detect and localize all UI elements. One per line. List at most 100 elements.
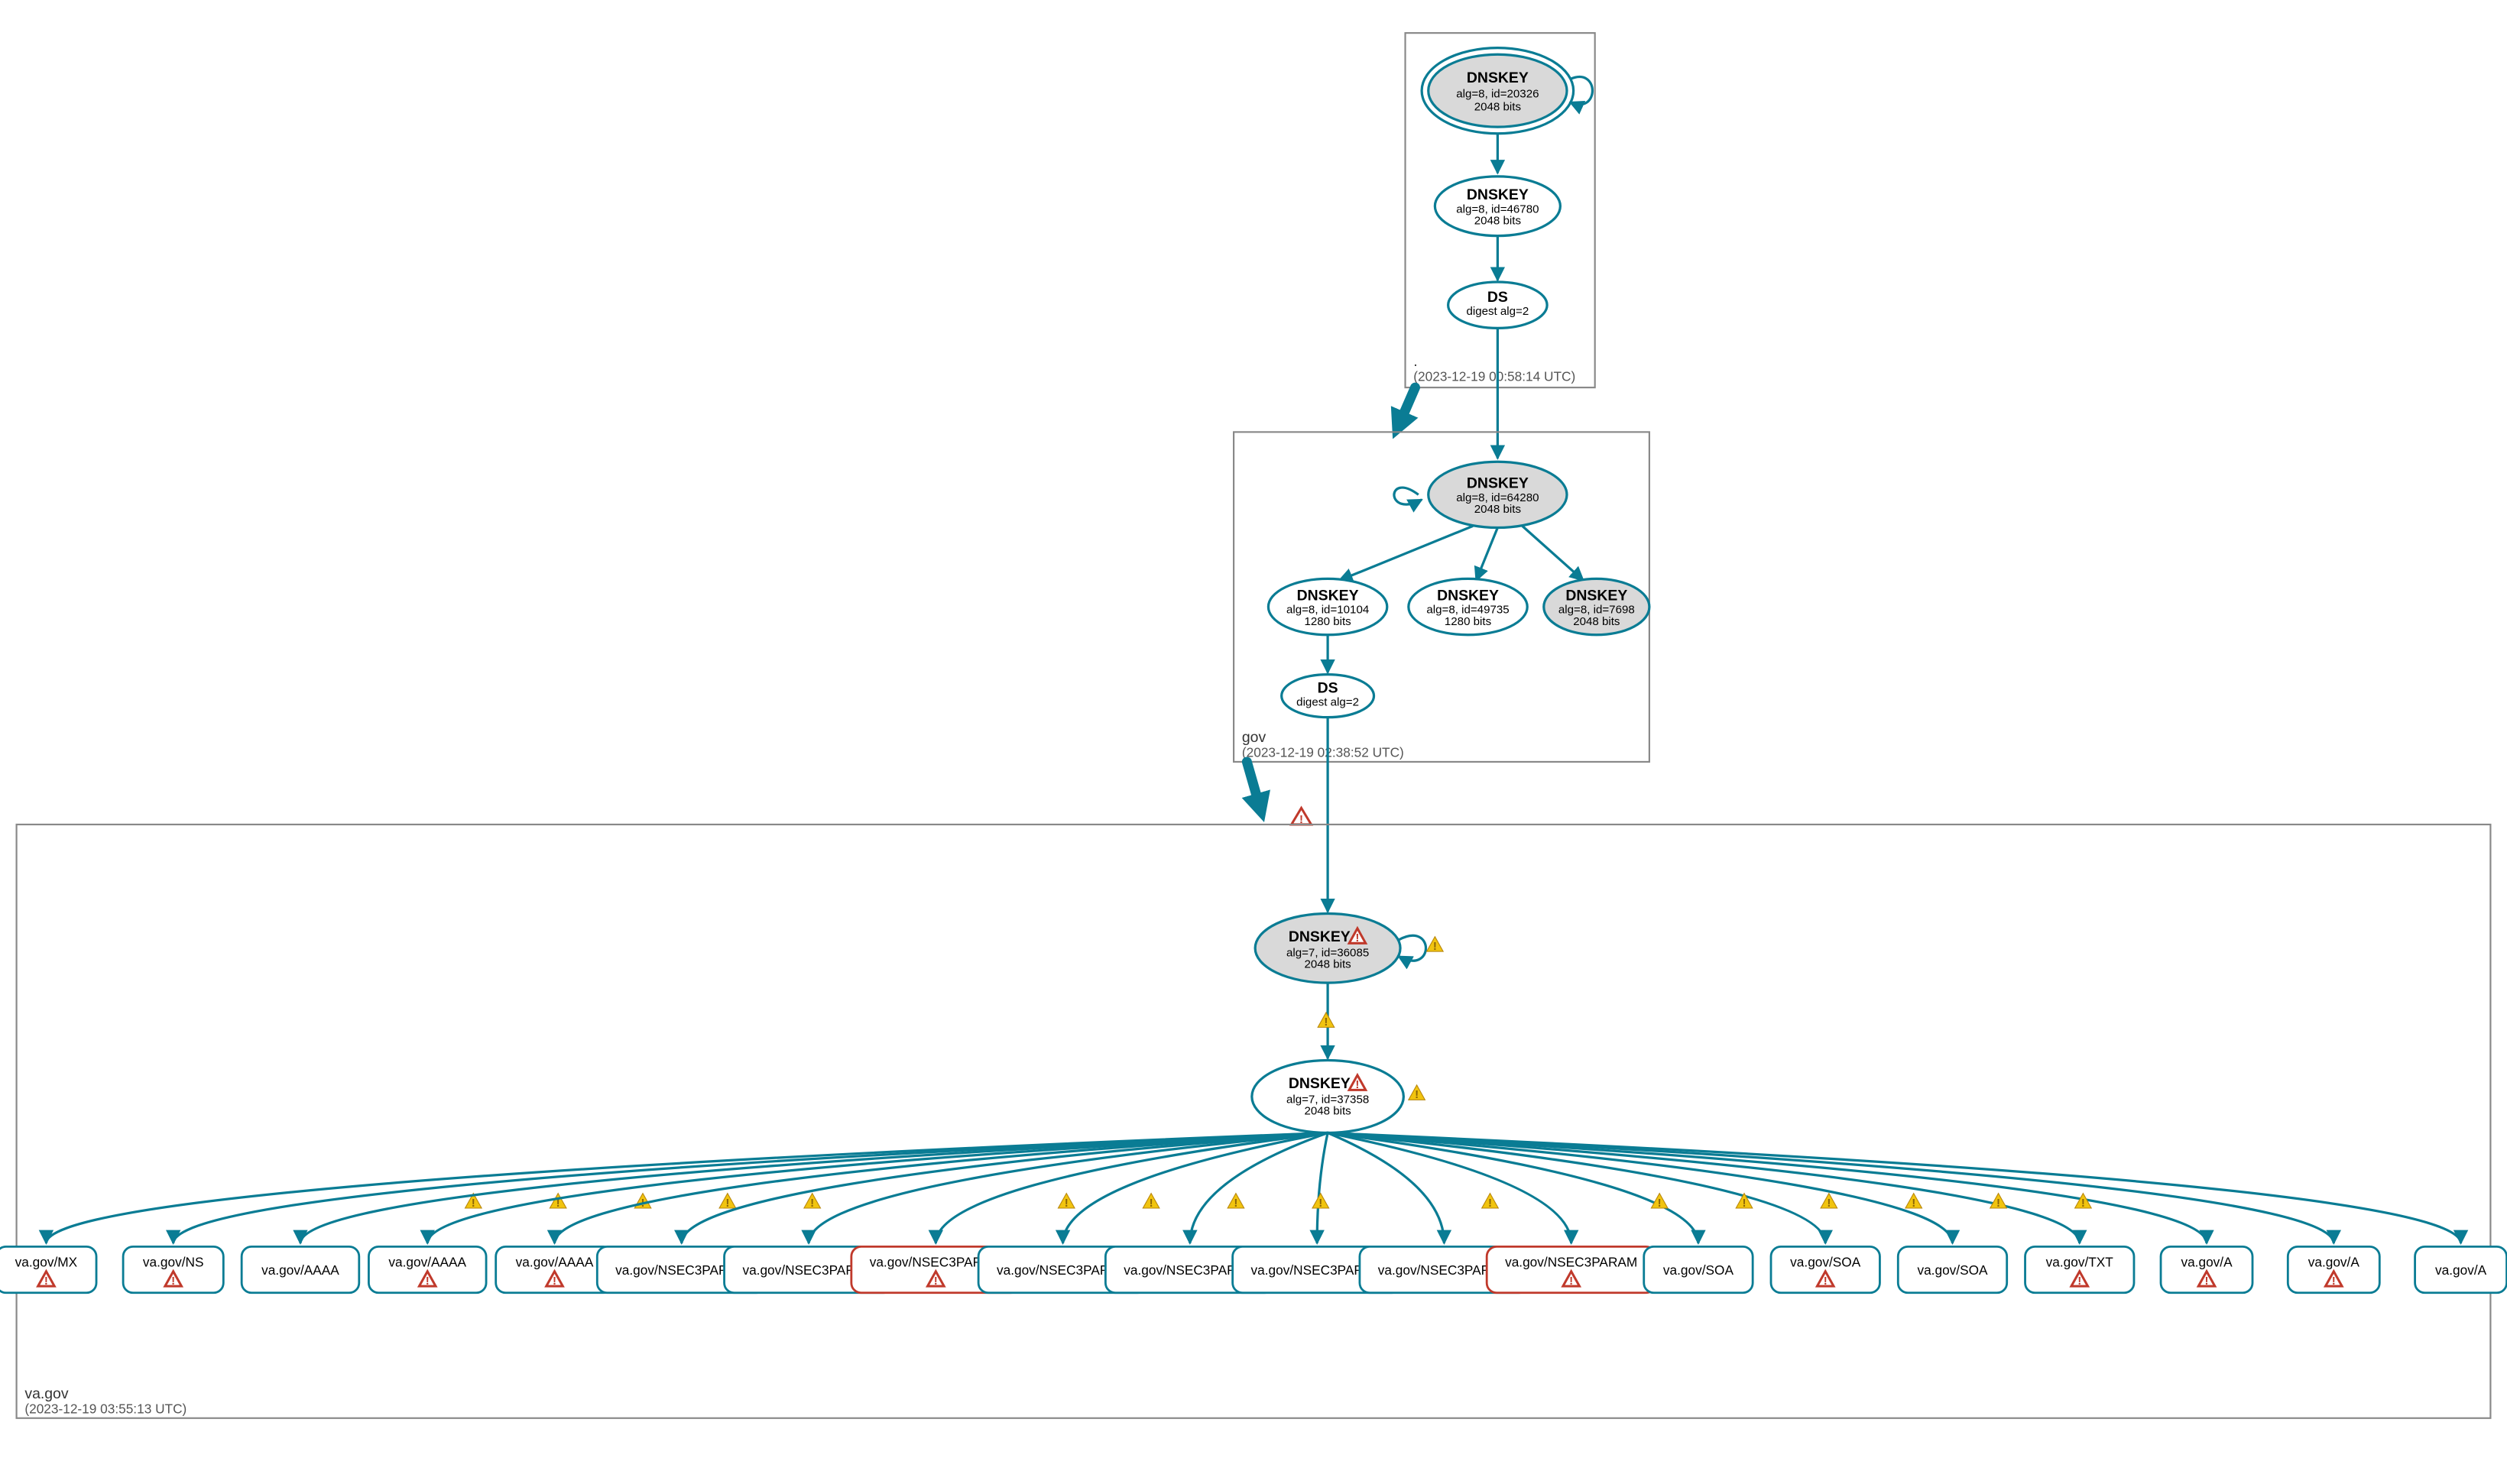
zone-gov-timestamp: (2023-12-19 02:38:52 UTC)	[1242, 744, 1404, 760]
svg-text:DNSKEY: DNSKEY	[1297, 587, 1359, 604]
zone-gov-label: gov	[1242, 729, 1266, 746]
warning-icon: !	[1058, 1194, 1075, 1210]
warning-icon: !	[550, 1194, 566, 1210]
leaf-label: va.gov/A	[2435, 1262, 2487, 1278]
svg-text:!: !	[1318, 1197, 1322, 1210]
svg-text:!: !	[426, 1275, 430, 1288]
leaf-node: va.gov/NS!	[123, 1246, 223, 1292]
svg-text:digest alg=2: digest alg=2	[1466, 305, 1529, 318]
leaf-label: va.gov/SOA	[1917, 1262, 1988, 1278]
svg-text:!: !	[1743, 1197, 1746, 1210]
node-root-ds: DS digest alg=2	[1448, 282, 1547, 328]
svg-text:!: !	[1065, 1197, 1069, 1210]
svg-text:digest alg=2: digest alg=2	[1296, 696, 1359, 709]
leaf-label: va.gov/A	[2181, 1254, 2233, 1269]
svg-text:!: !	[934, 1275, 938, 1288]
zone-gov: gov (2023-12-19 02:38:52 UTC) DNSKEY alg…	[1234, 432, 1649, 762]
svg-text:DNSKEY: DNSKEY	[1289, 1075, 1351, 1092]
zone-vagov: va.gov (2023-12-19 03:55:13 UTC) DNSKEY …	[0, 825, 2507, 1418]
svg-text:!: !	[725, 1197, 729, 1210]
edge-va-zsk-to-leaf	[1328, 1132, 2207, 1243]
leaf-label: va.gov/NS	[143, 1254, 204, 1269]
svg-text:!: !	[2205, 1275, 2209, 1288]
leaf-node: va.gov/TXT!	[2025, 1246, 2134, 1292]
edge-va-ksk-self	[1399, 935, 1426, 961]
leaf-node: va.gov/NSEC3PARAM!	[1487, 1246, 1656, 1292]
node-root-ksk: DNSKEY alg=8, id=20326 2048 bits	[1422, 48, 1574, 134]
svg-text:!: !	[1488, 1197, 1492, 1210]
leaf-label: va.gov/TXT	[2046, 1254, 2114, 1269]
leaf-node: va.gov/SOA	[1644, 1246, 1753, 1292]
zone-vagov-timestamp: (2023-12-19 03:55:13 UTC)	[24, 1401, 186, 1416]
edge-gov-to-vagov-zone	[1247, 762, 1260, 808]
edge-gov-ksk-self	[1394, 488, 1422, 504]
svg-text:DNSKEY: DNSKEY	[1467, 70, 1529, 86]
svg-text:!: !	[1996, 1197, 2000, 1210]
svg-text:!: !	[2081, 1197, 2085, 1210]
leaf-node: va.gov/A!	[2288, 1246, 2379, 1292]
edge-va-zsk-to-leaf	[1328, 1132, 1444, 1243]
svg-text:!: !	[1912, 1197, 1915, 1210]
leaf-node: va.gov/A!	[2161, 1246, 2252, 1292]
leaf-node: va.gov/SOA!	[1771, 1246, 1879, 1292]
svg-text:!: !	[2077, 1275, 2081, 1288]
svg-text:!: !	[1824, 1275, 1828, 1288]
edge-va-zsk-to-leaf	[1317, 1132, 1328, 1243]
svg-text:!: !	[1827, 1197, 1831, 1210]
node-gov-zsk1: DNSKEY alg=8, id=10104 1280 bits	[1268, 578, 1386, 634]
leaf-label: va.gov/AAAA	[516, 1254, 594, 1269]
warning-icon: !	[1427, 937, 1444, 953]
svg-text:!: !	[1355, 932, 1359, 945]
warning-icon: !	[1905, 1194, 1922, 1210]
leaf-label: va.gov/AAAA	[388, 1254, 466, 1269]
zone-root-label: .	[1413, 353, 1417, 370]
svg-text:2048 bits: 2048 bits	[1474, 214, 1521, 227]
warning-icon: !	[1143, 1194, 1159, 1210]
leaf-node: va.gov/SOA	[1898, 1246, 2006, 1292]
svg-text:!: !	[553, 1275, 556, 1288]
svg-text:!: !	[1150, 1197, 1153, 1210]
leaf-node: va.gov/MX!	[0, 1246, 96, 1292]
svg-text:1280 bits: 1280 bits	[1445, 615, 1491, 628]
svg-text:DS: DS	[1487, 289, 1508, 306]
leaf-node: va.gov/AAAA!	[496, 1246, 614, 1292]
zone-root-timestamp: (2023-12-19 00:58:14 UTC)	[1413, 368, 1575, 384]
leaf-label: va.gov/SOA	[1663, 1262, 1734, 1278]
svg-text:!: !	[1234, 1197, 1237, 1210]
leaf-label: va.gov/AAAA	[261, 1262, 339, 1278]
svg-text:2048 bits: 2048 bits	[1474, 101, 1521, 114]
leaf-node: va.gov/AAAA!	[368, 1246, 486, 1292]
svg-text:!: !	[1658, 1197, 1662, 1210]
warning-icon: !	[1318, 1013, 1335, 1029]
leaf-label: va.gov/SOA	[1790, 1254, 1861, 1269]
svg-text:!: !	[44, 1275, 48, 1288]
zone-vagov-label: va.gov	[24, 1385, 68, 1402]
leaf-node: va.gov/A	[2415, 1246, 2507, 1292]
leaf-label: va.gov/A	[2308, 1254, 2360, 1269]
node-va-ksk: DNSKEY ! alg=7, id=36085 2048 bits	[1255, 913, 1400, 983]
svg-text:DS: DS	[1318, 679, 1338, 696]
warning-icon: !	[1736, 1194, 1753, 1210]
svg-text:!: !	[2332, 1275, 2336, 1288]
edge-root-to-gov-zone	[1399, 387, 1416, 426]
node-gov-ksk: DNSKEY alg=8, id=64280 2048 bits	[1429, 462, 1567, 527]
leaf-label: va.gov/NSEC3PARAM	[1505, 1254, 1637, 1269]
warning-icon: !	[2075, 1194, 2092, 1210]
svg-text:DNSKEY: DNSKEY	[1289, 928, 1351, 945]
zone-root: . (2023-12-19 00:58:14 UTC) DNSKEY alg=8…	[1406, 33, 1595, 387]
node-va-zsk: DNSKEY ! alg=7, id=37358 2048 bits	[1252, 1061, 1404, 1133]
warning-icon: !	[1990, 1194, 2007, 1210]
svg-text:!: !	[1415, 1088, 1419, 1101]
node-gov-zsk3: DNSKEY alg=8, id=7698 2048 bits	[1544, 578, 1649, 634]
edge-va-zsk-to-leaf	[1328, 1132, 2460, 1243]
warning-icon: !	[1409, 1085, 1425, 1101]
leaf-node: va.gov/AAAA	[242, 1246, 359, 1292]
node-root-zsk: DNSKEY alg=8, id=46780 2048 bits	[1435, 177, 1560, 236]
warning-icon: !	[719, 1194, 736, 1210]
svg-text:DNSKEY: DNSKEY	[1565, 587, 1627, 604]
svg-text:DNSKEY: DNSKEY	[1467, 186, 1529, 203]
dnssec-graph: . (2023-12-19 00:58:14 UTC) DNSKEY alg=8…	[0, 0, 2507, 1484]
warning-icon: !	[1228, 1194, 1244, 1210]
warning-icon: !	[804, 1194, 821, 1210]
svg-text:!: !	[472, 1197, 475, 1210]
